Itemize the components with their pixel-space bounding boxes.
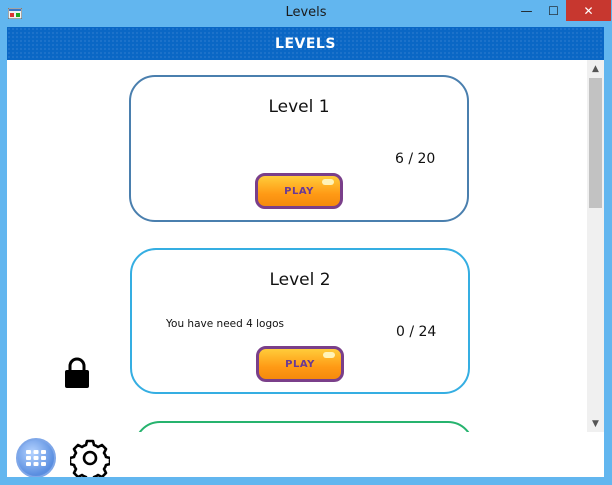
lock-icon (65, 357, 89, 388)
grid-icon (26, 450, 46, 466)
close-button[interactable]: ✕ (566, 0, 611, 21)
client-area: LEVELS Level 1 6 / 20 PLAY Level 2 You h… (7, 27, 604, 477)
play-button-level-2[interactable]: PLAY (256, 346, 344, 382)
settings-button[interactable] (68, 438, 112, 477)
level-card-1[interactable]: Level 1 6 / 20 PLAY (129, 75, 469, 222)
header-bar: LEVELS (7, 27, 604, 60)
level-requirement: You have need 4 logos (166, 318, 285, 330)
level-score: 0 / 24 (396, 324, 437, 340)
button-shine (323, 352, 335, 358)
level-title: Level 1 (268, 97, 330, 117)
app-window: Levels — ☐ ✕ LEVELS Level 1 6 / 20 PLAY … (0, 0, 612, 485)
gear-icon (68, 439, 112, 477)
scroll-up-arrow[interactable]: ▲ (587, 60, 604, 77)
level-card-2[interactable]: Level 2 You have need 4 logos 0 / 24 PLA… (130, 248, 470, 394)
maximize-button[interactable]: ☐ (540, 0, 567, 21)
play-button-level-1[interactable]: PLAY (255, 173, 343, 209)
bottom-toolbar (7, 432, 604, 477)
button-shine (322, 179, 334, 185)
scroll-thumb[interactable] (589, 78, 602, 208)
level-score: 6 / 20 (395, 151, 436, 167)
vertical-scrollbar[interactable]: ▲ ▼ (587, 60, 604, 432)
level-card-3[interactable] (134, 421, 474, 432)
menu-button[interactable] (16, 438, 56, 477)
page-title: LEVELS (275, 36, 336, 52)
title-bar[interactable]: Levels — ☐ ✕ (0, 0, 612, 27)
play-button-label: PLAY (284, 185, 314, 197)
play-button-label: PLAY (285, 358, 315, 370)
minimize-button[interactable]: — (513, 0, 540, 21)
levels-list[interactable]: Level 1 6 / 20 PLAY Level 2 You have nee… (7, 60, 587, 432)
level-title: Level 2 (269, 270, 331, 290)
scroll-down-arrow[interactable]: ▼ (587, 415, 604, 432)
